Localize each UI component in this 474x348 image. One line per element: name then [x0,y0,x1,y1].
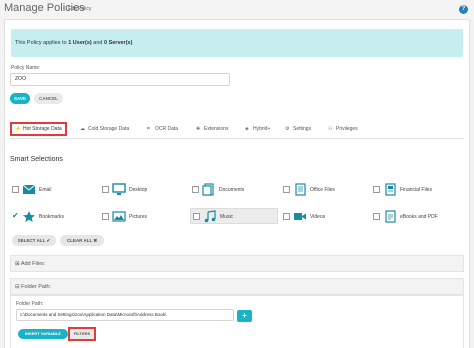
office-files-icon [295,183,306,196]
users-count: 1 User(s) [68,40,92,46]
policy-info-banner: This Policy applies to 1 User(s) and 0 S… [11,29,463,57]
smart-item-documents[interactable]: Documents [192,183,272,197]
tab-cold-storage-data[interactable]: ☁ Cold Storage Data [80,122,129,136]
insert-variable-button[interactable]: INSERT VARIABLE [18,329,68,339]
select-all-button[interactable]: SELECT ALL ✔ [12,235,56,246]
ebooks-pdf-checkbox[interactable] [373,213,380,220]
videos-checkbox[interactable] [283,213,290,220]
help-icon[interactable]: ? [459,5,468,14]
shield-icon: ◈ [245,126,249,132]
smart-item-desktop[interactable]: Desktop [102,183,182,197]
filters-button[interactable]: FILTERS [68,327,96,341]
bookmarks-check-icon[interactable]: ✔ [12,210,19,222]
folder-path-label: Folder Path: [16,301,44,307]
ocr-icon: ⌗ [147,126,150,132]
save-button[interactable]: SAVE [10,93,30,104]
add-files-panel[interactable]: ⊞ Add Files: [10,255,464,272]
gears-icon: ⚙ [285,126,290,132]
cloud-icon: ☁ [80,126,85,132]
folder-path-panel-label: ⊟ Folder Path: [15,284,52,290]
bookmark-star-icon [23,211,35,222]
puzzle-icon: ✥ [196,126,201,132]
financial-files-checkbox[interactable] [373,186,380,193]
smart-item-office-files[interactable]: Office Files [283,183,363,197]
email-checkbox[interactable] [12,186,19,193]
add-files-label: ⊞ Add Files: [15,261,46,267]
desktop-checkbox[interactable] [102,186,109,193]
smart-item-videos[interactable]: Videos [283,210,363,224]
desktop-icon [112,183,126,195]
cancel-button[interactable]: CANCEL [34,93,63,104]
tab-privileges[interactable]: ⚇ Privileges [328,122,358,136]
tab-settings[interactable]: ⚙ Settings [285,122,311,136]
pictures-checkbox[interactable] [102,213,109,220]
page-header: Manage Policies Edit Policy ? [0,0,474,20]
tabs-divider [10,138,464,139]
lightning-icon: ⚡ [15,126,22,132]
pictures-icon [112,211,126,222]
clear-all-button[interactable]: CLEAR ALL ✖ [60,235,104,246]
folder-path-panel[interactable]: ⊟ Folder Path: [10,278,464,295]
smart-item-music[interactable]: Music [190,208,278,224]
page-subtitle: Edit Policy [68,6,92,12]
users-icon: ⚇ [328,126,333,132]
policy-name-input[interactable]: ZOO [10,73,230,86]
tab-extensions[interactable]: ✥ Extensions [196,122,228,136]
policy-info-text: This Policy applies to 1 User(s) and 0 S… [15,40,133,46]
smart-item-pictures[interactable]: Pictures [102,210,182,224]
office-files-checkbox[interactable] [283,186,290,193]
smart-item-ebooks-pdf[interactable]: eBooks and PDF [373,210,458,224]
email-icon [22,184,36,194]
policy-name-label: Policy Name: [11,65,41,71]
tab-hot-storage-data[interactable]: ⚡ Hot Storage Data [10,122,67,136]
folder-path-input[interactable]: c:\Documents and Settings\zoo\Applicatio… [16,309,234,321]
music-checkbox[interactable] [193,213,200,220]
music-icon [204,210,216,223]
tab-ocr-data[interactable]: ⌗ OCR Data [147,122,178,136]
financial-files-icon [385,183,396,196]
smart-item-financial-files[interactable]: Financial Files [373,183,458,197]
servers-count: 0 Server(s) [103,40,133,46]
smart-item-email[interactable]: Email [12,183,92,197]
add-folder-button[interactable]: + [237,310,252,322]
documents-icon [202,183,214,196]
tab-hybrid-plus[interactable]: ◈ Hybrid+ [245,122,270,136]
ebook-pdf-icon [385,210,396,223]
documents-checkbox[interactable] [192,186,199,193]
smart-item-bookmarks[interactable]: ✔ Bookmarks [12,210,92,224]
smart-selections-title: Smart Selections [10,156,63,163]
video-camera-icon [294,213,306,220]
